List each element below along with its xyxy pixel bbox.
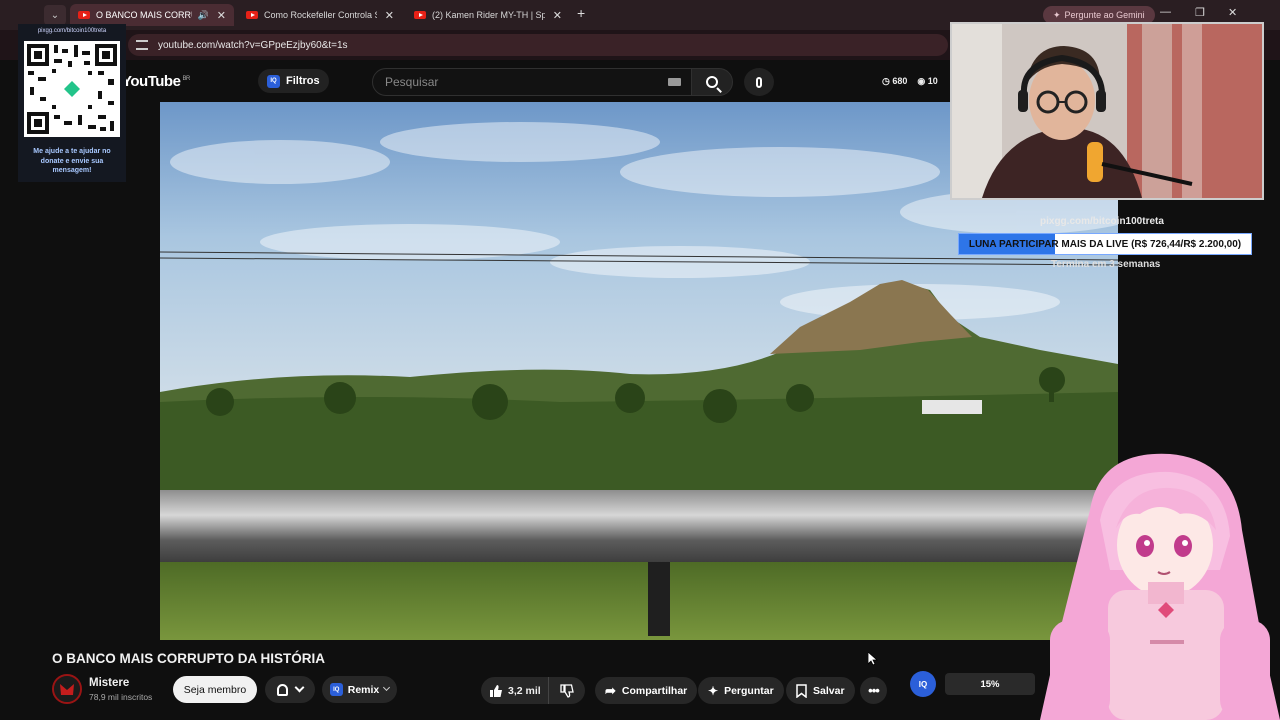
more-actions-button[interactable]: ••• (860, 677, 887, 704)
search-input[interactable] (385, 75, 655, 89)
extension-percent: 15% (945, 673, 1035, 695)
watch-stat: ◉ 10 (917, 76, 938, 86)
close-tab-icon[interactable]: ✕ (385, 9, 394, 22)
youtube-favicon-icon (78, 11, 90, 19)
save-button[interactable]: Salvar (786, 677, 855, 704)
goal-url: pixgg.com/bitcoin100treta (1040, 216, 1164, 227)
close-tab-icon[interactable]: ✕ (217, 9, 226, 22)
goal-text: LUNA PARTICIPAR MAIS DA LIVE (R$ 726,44/… (968, 238, 1242, 250)
close-tab-icon[interactable]: ✕ (553, 9, 562, 22)
notifications-button[interactable] (265, 676, 315, 703)
qr-donation-panel: pixgg.com/bitcoin100treta Me ajude a te … (18, 24, 126, 182)
iq-icon: IQ (267, 74, 280, 88)
save-label: Salvar (813, 684, 845, 697)
tab-title: O BANCO MAIS CORRUPTO (96, 10, 192, 20)
channel-name[interactable]: Mistere (89, 677, 129, 689)
views-stat: ◷ 680 (882, 76, 908, 86)
tab-kamen-rider[interactable]: (2) Kamen Rider MY-TH | Speci ✕ (406, 4, 570, 26)
join-button[interactable]: Seja membro (173, 676, 257, 703)
tab-title: (2) Kamen Rider MY-TH | Speci (432, 10, 545, 20)
share-label: Compartilhar (621, 684, 688, 697)
video-title: O BANCO MAIS CORRUPTO DA HISTÓRIA (52, 651, 326, 666)
iq-extension-button[interactable]: IQ (910, 671, 936, 697)
sparkle-icon: ✦ (1053, 9, 1061, 20)
vtuber-avatar (1030, 450, 1280, 720)
webcam-overlay (950, 22, 1264, 200)
youtube-logo[interactable]: YouTube BR (122, 73, 190, 90)
dislike-button[interactable] (549, 677, 585, 704)
subscriber-count: 78,9 mil inscritos (89, 692, 153, 702)
remix-button[interactable]: IQ Remix (322, 676, 397, 703)
iq-icon: IQ (329, 683, 343, 696)
qr-code (24, 41, 120, 137)
filters-label: Filtros (286, 75, 320, 87)
new-tab-button[interactable]: + (577, 5, 585, 21)
qr-url: pixgg.com/bitcoin100treta (37, 28, 107, 34)
chevron-down-icon (294, 682, 305, 693)
donation-goal-bar: LUNA PARTICIPAR MAIS DA LIVE (R$ 726,44/… (958, 233, 1252, 255)
tab-search-dropdown[interactable]: ⌄ (44, 5, 66, 25)
microphone-icon (756, 76, 762, 88)
like-button[interactable]: 3,2 mil (481, 677, 549, 704)
ask-label: Perguntar (724, 684, 774, 697)
url-text: youtube.com/watch?v=GPpeEzjby60&t=1s (158, 39, 348, 51)
like-dislike-group: 3,2 mil (481, 677, 585, 704)
like-count: 3,2 mil (508, 684, 541, 697)
thumbs-down-icon (560, 683, 574, 698)
youtube-favicon-icon (414, 11, 426, 19)
bell-icon (277, 683, 288, 696)
site-info-icon[interactable] (136, 40, 148, 50)
tab-rockefeller[interactable]: Como Rockefeller Controla Sua ✕ (238, 4, 402, 26)
watch-count: 10 (927, 76, 938, 86)
region-code: BR (182, 76, 190, 82)
tab-title: Como Rockefeller Controla Sua (264, 10, 377, 20)
bookmark-icon (796, 683, 807, 698)
share-icon: ➦ (605, 682, 616, 698)
tab-active[interactable]: O BANCO MAIS CORRUPTO 🔊 ✕ (70, 4, 234, 26)
ask-button[interactable]: ✦ Perguntar (698, 677, 784, 704)
chevron-down-icon (383, 683, 391, 692)
close-window-icon[interactable]: ✕ (1228, 6, 1237, 19)
thumbs-up-icon (490, 684, 502, 697)
keyboard-icon[interactable] (668, 78, 681, 86)
search-button[interactable] (691, 68, 733, 96)
filters-button[interactable]: IQ Filtros (258, 69, 329, 93)
remix-label: Remix (347, 683, 380, 696)
search-icon (706, 76, 718, 88)
url-field[interactable]: youtube.com/watch?v=GPpeEzjby60&t=1s (128, 34, 948, 56)
voice-search-button[interactable] (744, 68, 774, 96)
gemini-label: Pergunte ao Gemini (1064, 10, 1145, 20)
minimize-icon[interactable]: — (1160, 6, 1171, 18)
goal-deadline: Termina em 3 semanas (1051, 259, 1161, 270)
share-button[interactable]: ➦ Compartilhar (595, 677, 698, 704)
youtube-favicon-icon (246, 11, 258, 19)
logo-text: YouTube (122, 73, 181, 90)
maximize-icon[interactable]: ❐ (1195, 6, 1205, 19)
qr-caption: Me ajude a te ajudar no donate e envie s… (33, 148, 111, 174)
header-stats: ◷ 680 ◉ 10 (882, 76, 938, 87)
speaker-icon[interactable]: 🔊 (198, 10, 209, 21)
sparkle-icon: ✦ (708, 683, 719, 698)
views-count: 680 (892, 76, 908, 86)
channel-avatar[interactable] (52, 674, 82, 704)
search-box (372, 68, 692, 96)
